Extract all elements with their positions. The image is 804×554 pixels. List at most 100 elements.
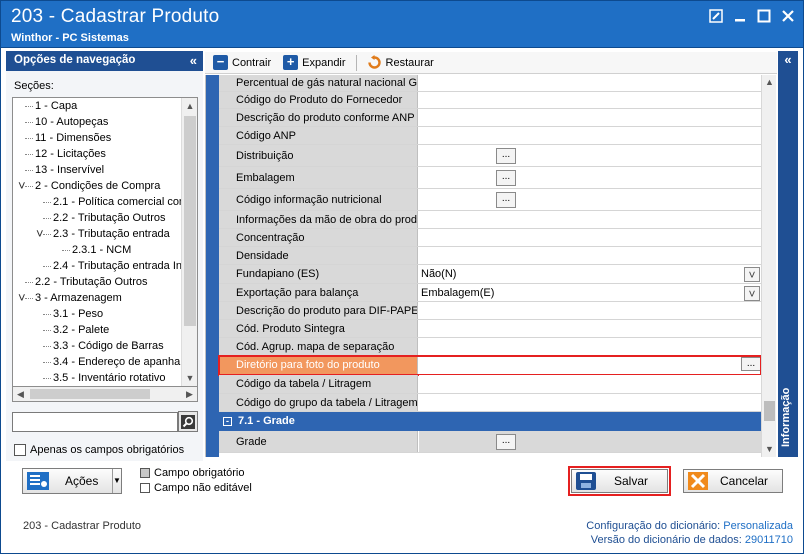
grid-row[interactable]: Código da tabela / Litragem	[219, 375, 761, 394]
grid-row-value[interactable]	[419, 320, 761, 337]
close-icon[interactable]	[781, 9, 795, 23]
grid-row[interactable]: Descrição do produto conforme ANP	[219, 109, 761, 127]
grid-row-value[interactable]	[419, 394, 761, 411]
edit-icon[interactable]	[709, 9, 723, 23]
grid-row-value[interactable]: Não(N) ˅	[419, 265, 761, 283]
minimize-icon[interactable]	[733, 9, 747, 23]
ellipsis-button[interactable]: ...	[496, 192, 516, 208]
grid-scroll-thumb[interactable]	[764, 401, 775, 421]
information-panel[interactable]: « Informação	[778, 51, 798, 457]
expander-chevron-icon[interactable]: ˅	[18, 290, 26, 306]
expander-chevron-icon[interactable]: ˅	[36, 226, 44, 242]
grid-row[interactable]: Distribuição...	[219, 145, 761, 167]
grid-row[interactable]: Exportação para balança Embalagem(E) ˅	[219, 284, 761, 302]
required-only-checkbox[interactable]: Apenas os campos obrigatórios	[14, 444, 184, 456]
grid-row-value[interactable]	[419, 92, 761, 108]
tree-item[interactable]: 3.5 - Inventário rotativo	[13, 370, 183, 386]
scroll-left-icon[interactable]: ◀	[13, 387, 28, 401]
grid-row[interactable]: Código do Produto do Fornecedor	[219, 92, 761, 109]
grid-row-value[interactable]	[419, 338, 761, 355]
grid-vertical-scrollbar[interactable]: ▲ ▼	[761, 75, 776, 457]
tree-item[interactable]: 2.1 - Política comercial com	[13, 194, 183, 210]
tree-item[interactable]: ˅ 2 - Condições de Compra	[13, 178, 183, 194]
grid-row-value[interactable]	[419, 109, 761, 126]
tree-item[interactable]: 1 - Capa	[13, 98, 183, 114]
scroll-up-icon[interactable]: ▲	[182, 98, 197, 114]
collapse-nav-icon[interactable]: «	[190, 53, 197, 68]
save-button[interactable]: Salvar	[571, 469, 668, 493]
tree-item[interactable]: 13 - Inservível	[13, 162, 183, 178]
grid-row[interactable]: Densidade	[219, 247, 761, 265]
tree-item[interactable]: 2.2 - Tributação Outros	[13, 210, 183, 226]
grid-row-label: Descrição do produto conforme ANP	[219, 109, 418, 126]
chevron-down-icon[interactable]: ˅	[744, 285, 760, 301]
chevron-down-icon[interactable]: ˅	[744, 267, 760, 282]
tree-item[interactable]: ˅ 2.3 - Tributação entrada	[13, 226, 183, 242]
scroll-down-icon[interactable]: ▼	[182, 370, 197, 386]
grid-row[interactable]: Informações da mão de obra do prod	[219, 211, 761, 229]
grid-row-value[interactable]: ...	[419, 145, 761, 166]
tree-item[interactable]: 12 - Licitações	[13, 146, 183, 162]
scroll-right-icon[interactable]: ▶	[182, 387, 197, 401]
grid-row-label: Cód. Agrup. mapa de separação	[219, 338, 418, 355]
grid-row-value[interactable]	[419, 302, 761, 319]
grid-row-label: Concentração	[219, 229, 418, 246]
expand-button[interactable]: + Expandir	[279, 53, 349, 73]
grid-row-value[interactable]	[419, 229, 761, 246]
grid-row[interactable]: Fundapiano (ES) Não(N) ˅	[219, 265, 761, 284]
ellipsis-button[interactable]: ...	[496, 148, 516, 164]
collapse-button[interactable]: − Contrair	[209, 53, 275, 73]
tree-item[interactable]: 3.2 - Palete	[13, 322, 183, 338]
hscroll-thumb[interactable]	[30, 389, 150, 399]
tree-item[interactable]: 3.3 - Código de Barras	[13, 338, 183, 354]
grid-row[interactable]: Cód. Agrup. mapa de separação	[219, 338, 761, 356]
grid-row[interactable]: Código ANP	[219, 127, 761, 145]
grid-row[interactable]: Concentração	[219, 229, 761, 247]
grid-row-value[interactable]: ...	[419, 167, 761, 188]
grid-scroll-down-icon[interactable]: ▼	[762, 442, 777, 457]
search-button[interactable]	[178, 411, 198, 432]
ellipsis-button[interactable]: ...	[496, 434, 516, 450]
scroll-thumb[interactable]	[184, 116, 196, 326]
grid-row-value[interactable]	[419, 247, 761, 264]
grid-scroll-up-icon[interactable]: ▲	[762, 75, 777, 90]
restore-button[interactable]: Restaurar	[363, 53, 438, 73]
section-tree[interactable]: 1 - Capa 10 - Autopeças 11 - Dimensões 12 -…	[12, 97, 198, 387]
grid-row-value[interactable]: ...	[419, 189, 761, 210]
tree-vertical-scrollbar[interactable]: ▲ ▼	[181, 98, 197, 386]
grid-row-value[interactable]	[419, 211, 761, 228]
ellipsis-button[interactable]: ...	[496, 170, 516, 186]
collapse-group-icon[interactable]: -	[223, 417, 232, 426]
expand-info-icon[interactable]: «	[778, 51, 798, 71]
cancel-button[interactable]: Cancelar	[683, 469, 783, 493]
actions-button[interactable]: Ações ▼	[22, 468, 122, 494]
grid-row-label: Código informação nutricional	[219, 189, 418, 210]
grid-row[interactable]: Percentual de gás natural nacional GL	[219, 75, 761, 92]
tree-item[interactable]: 3.1 - Peso	[13, 306, 183, 322]
checkbox-box[interactable]	[14, 444, 26, 456]
tree-item[interactable]: ˅ 3 - Armazenagem	[13, 290, 183, 306]
grid-row-value[interactable]	[419, 75, 761, 91]
grid-row[interactable]: Código do grupo da tabela / Litragem	[219, 394, 761, 412]
grid-row[interactable]: Cód. Produto Sintegra	[219, 320, 761, 338]
grid-row-value[interactable]: Embalagem(E) ˅	[419, 284, 761, 301]
tree-item[interactable]: 11 - Dimensões	[13, 130, 183, 146]
grid-row[interactable]: Descrição do produto para DIF-PAPEL	[219, 302, 761, 320]
grid-row[interactable]: Código informação nutricional...	[219, 189, 761, 211]
tree-item[interactable]: 2.4 - Tributação entrada In	[13, 258, 183, 274]
tree-item[interactable]: 3.4 - Endereço de apanha	[13, 354, 183, 370]
grid-row-value[interactable]	[419, 127, 761, 144]
grid-row-value[interactable]: ...	[419, 431, 761, 452]
expander-chevron-icon[interactable]: ˅	[18, 178, 26, 194]
grid-row-value[interactable]	[419, 375, 761, 393]
tree-horizontal-scrollbar[interactable]: ◀ ▶	[12, 387, 198, 402]
tree-item[interactable]: 10 - Autopeças	[13, 114, 183, 130]
grid-row[interactable]: Embalagem...	[219, 167, 761, 189]
actions-dropdown-icon[interactable]: ▼	[112, 469, 121, 493]
tree-item[interactable]: 2.3.1 - NCM	[13, 242, 183, 258]
grid-row[interactable]: Grade...	[219, 431, 761, 453]
maximize-icon[interactable]	[757, 9, 771, 23]
group-header-grade[interactable]: -7.1 - Grade	[219, 412, 761, 431]
tree-item[interactable]: 2.2 - Tributação Outros	[13, 274, 183, 290]
section-search-input[interactable]	[12, 412, 178, 432]
